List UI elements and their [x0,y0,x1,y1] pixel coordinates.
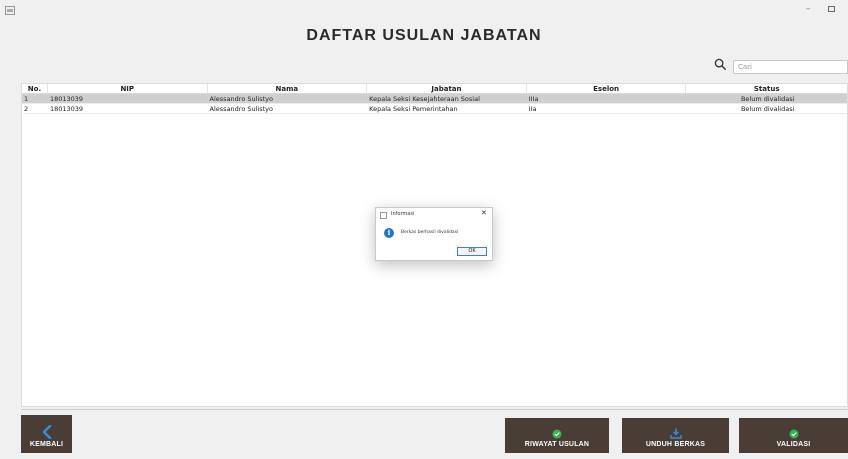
cell-no: 2 [24,105,29,113]
cell-nip: 18013039 [49,105,84,113]
table-row[interactable]: 1 18013039 Alessandro Sulistyo Kepala Se… [22,94,847,104]
cell-eselon: IIa [528,105,537,113]
minimize-button[interactable]: – [806,4,811,14]
column-header-status[interactable]: Status [686,84,847,93]
kembali-label: KEMBALI [29,441,64,448]
table-header: No. NIP Nama Jabatan Eselon Status [22,84,847,94]
cell-nip: 18013039 [49,95,84,103]
cell-status: Belum divalidasi [740,95,795,103]
column-header-nama[interactable]: Nama [208,84,368,93]
cell-nama: Alessandro Sulistyo [209,95,273,103]
informasi-dialog: Informasi ✕ i Berkas berhasil divalidasi… [375,207,493,261]
cell-jabatan: Kepala Seksi Kesejahteraan Sosial [369,95,480,103]
riwayat-usulan-button[interactable]: RIWAYAT USULAN [505,418,609,453]
cell-no: 1 [24,95,29,103]
column-header-eselon[interactable]: Eselon [527,84,687,93]
dialog-message: Berkas berhasil divalidasi [401,230,459,235]
history-check-icon [552,429,562,439]
validasi-label: VALIDASI [776,441,811,448]
window-titlebar: – [0,0,848,22]
unduh-berkas-button[interactable]: UNDUH BERKAS [622,418,729,453]
dialog-title: Informasi [391,211,415,217]
search-icon[interactable] [714,58,727,71]
column-header-no[interactable]: No. [22,84,48,93]
column-header-jabatan[interactable]: Jabatan [367,84,527,93]
validasi-button[interactable]: VALIDASI [739,418,848,453]
maximize-button[interactable] [828,6,835,12]
app-icon [5,6,15,15]
dialog-close-button[interactable]: ✕ [481,209,487,217]
ok-button[interactable]: OK [457,247,487,256]
divider [21,409,848,410]
cell-nama: Alessandro Sulistyo [209,105,273,113]
info-icon: i [384,228,394,238]
check-circle-icon [789,429,798,439]
column-header-nip[interactable]: NIP [48,84,208,93]
unduh-berkas-label: UNDUH BERKAS [645,441,706,448]
cell-eselon: IIIa [528,95,539,103]
page-title: DAFTAR USULAN JABATAN [306,27,542,44]
dialog-app-icon [380,212,387,219]
download-icon [669,428,682,439]
kembali-button[interactable]: KEMBALI [21,415,72,453]
search-input[interactable] [733,60,848,74]
cell-status: Belum divalidasi [740,105,795,113]
table-row[interactable]: 2 18013039 Alessandro Sulistyo Kepala Se… [22,104,847,114]
cell-jabatan: Kepala Seksi Pemerintahan [369,105,458,113]
chevron-left-icon [42,425,51,439]
riwayat-usulan-label: RIWAYAT USULAN [524,441,590,448]
